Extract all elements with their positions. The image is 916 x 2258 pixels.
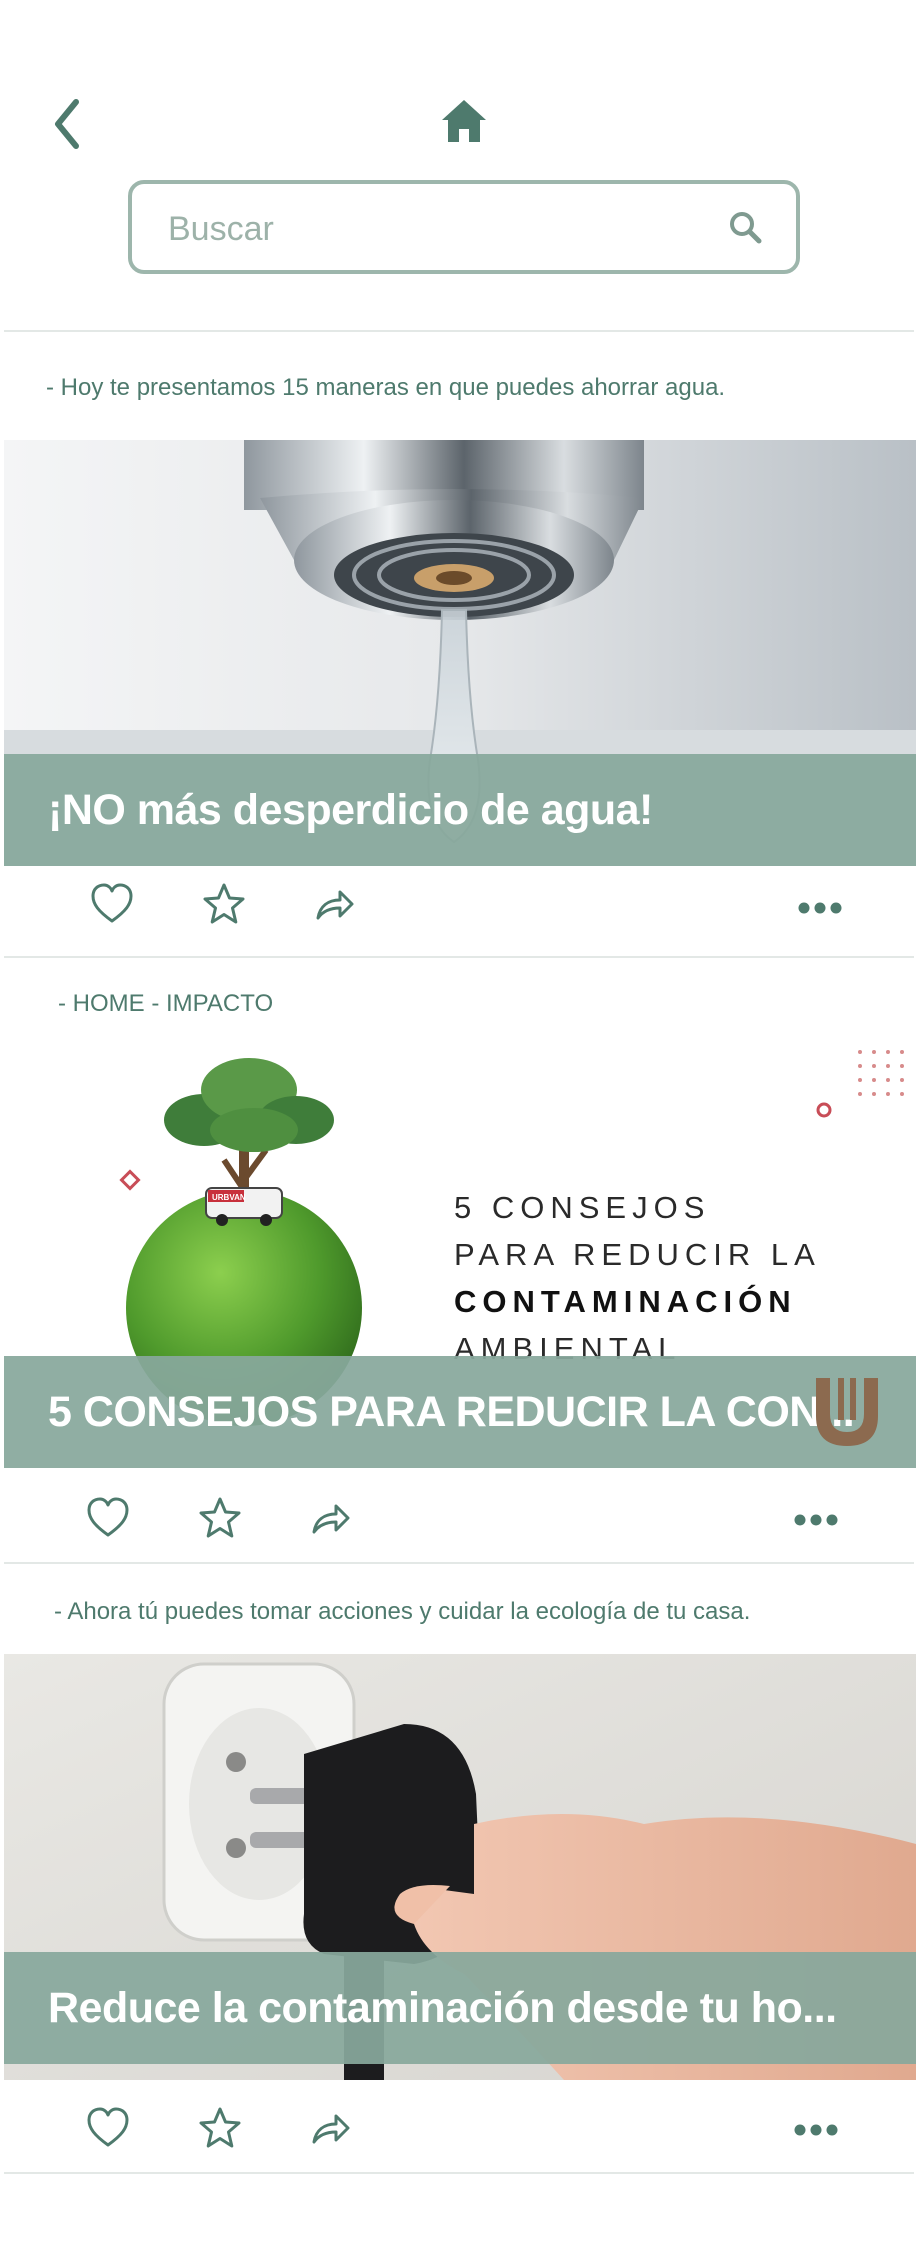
poster-line: 5 CONSEJOS [454, 1190, 711, 1225]
poster-headline: 5 CONSEJOS PARA REDUCIR LA CONTAMINACIÓN… [454, 1184, 821, 1372]
back-button[interactable] [48, 96, 88, 152]
like-button[interactable] [84, 1494, 132, 1542]
post-image-poster[interactable]: URBVAN 5 CONSEJOS PARA REDUCIR LA CONTAM… [4, 1040, 916, 1468]
post-title: ¡NO más desperdicio de agua! [48, 785, 653, 834]
share-icon [312, 2114, 350, 2144]
post-caption: - Ahora tú puedes tomar acciones y cuida… [54, 1598, 751, 1625]
brand-logo [816, 1378, 878, 1446]
favorite-button[interactable] [196, 1494, 244, 1542]
post-title-overlay: 5 CONSEJOS PARA REDUCIR LA CON... [4, 1356, 916, 1468]
chevron-left-icon [55, 99, 79, 149]
post-caption: - Hoy te presentamos 15 maneras en que p… [46, 374, 726, 401]
home-button[interactable] [438, 96, 490, 148]
more-icon [794, 2124, 838, 2136]
favorite-button[interactable] [200, 880, 248, 928]
divider [4, 1562, 914, 1564]
more-button[interactable] [792, 1508, 840, 1532]
post-caption: - HOME - IMPACTO [58, 990, 274, 1017]
star-icon [199, 1497, 241, 1538]
star-icon [203, 883, 245, 924]
favorite-button[interactable] [196, 2104, 244, 2152]
post-title-overlay: ¡NO más desperdicio de agua! [4, 754, 916, 866]
more-icon [798, 902, 842, 914]
poster-line-bold: CONTAMINACIÓN [454, 1284, 797, 1319]
more-icon [794, 1514, 838, 1526]
post-title: 5 CONSEJOS PARA REDUCIR LA CON... [48, 1387, 855, 1436]
share-icon [316, 890, 354, 920]
post-image-plug[interactable]: Reduce la contaminación desde tu ho... [4, 1654, 916, 2080]
like-button[interactable] [88, 880, 136, 928]
divider [4, 2172, 914, 2174]
search-input[interactable] [166, 202, 710, 256]
heart-icon [87, 1497, 129, 1537]
post-title-overlay: Reduce la contaminación desde tu ho... [4, 1952, 916, 2064]
share-button[interactable] [306, 1494, 354, 1542]
heart-icon [91, 883, 133, 923]
van-label: URBVAN [212, 1193, 246, 1202]
home-icon [442, 100, 486, 142]
post-image-faucet[interactable]: ¡NO más desperdicio de agua! [4, 440, 916, 866]
more-button[interactable] [796, 896, 844, 920]
search-bar [128, 180, 800, 274]
share-button[interactable] [306, 2104, 354, 2152]
heart-icon [87, 2107, 129, 2147]
poster-line: PARA REDUCIR LA [454, 1237, 821, 1272]
star-icon [199, 2107, 241, 2148]
like-button[interactable] [84, 2104, 132, 2152]
share-icon [312, 1504, 350, 1534]
share-button[interactable] [310, 880, 358, 928]
post-title: Reduce la contaminación desde tu ho... [48, 1983, 837, 2032]
more-button[interactable] [792, 2118, 840, 2142]
search-icon [730, 212, 762, 244]
divider [4, 956, 914, 958]
search-button[interactable] [726, 208, 766, 248]
divider [4, 330, 914, 332]
